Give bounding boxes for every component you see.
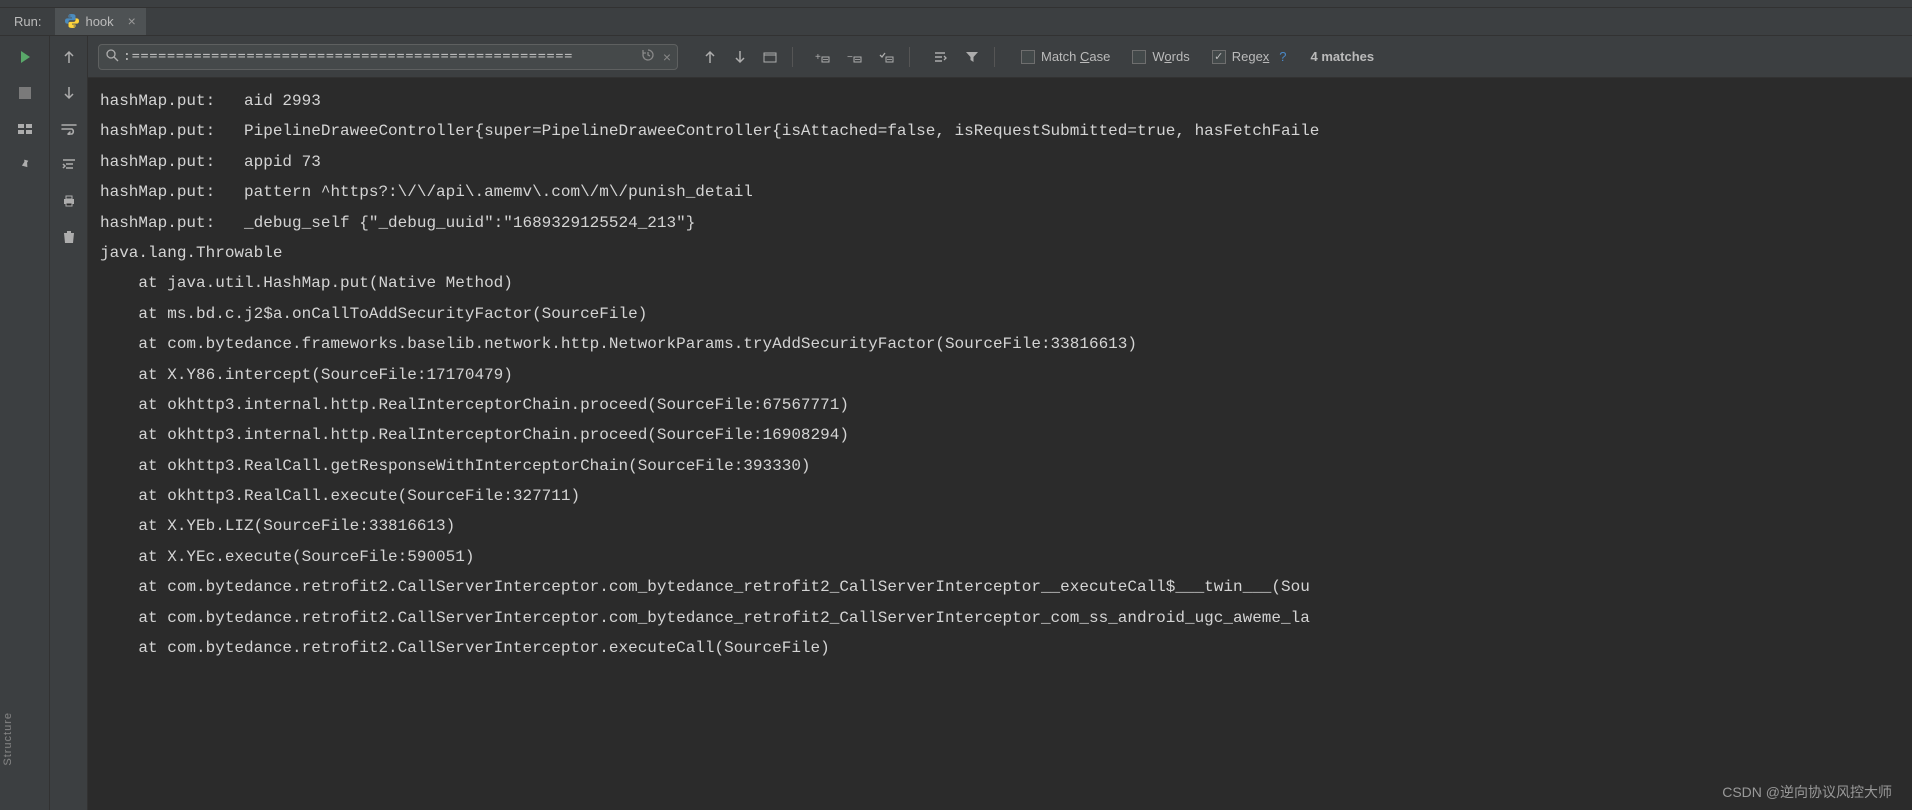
layout-button[interactable]: [14, 118, 36, 140]
run-button[interactable]: [14, 46, 36, 68]
run-tool-header: Run: hook ×: [0, 8, 1912, 36]
help-icon[interactable]: ?: [1279, 49, 1286, 64]
python-icon: [65, 14, 79, 28]
run-action-gutter: [0, 36, 50, 810]
history-icon[interactable]: [641, 48, 655, 65]
search-toolbar: × + −: [88, 36, 1912, 78]
close-icon[interactable]: ×: [128, 13, 136, 29]
svg-text:+: +: [815, 52, 821, 63]
search-input[interactable]: [123, 49, 637, 64]
up-stack-icon[interactable]: [58, 46, 80, 68]
match-case-option[interactable]: Match Case: [1021, 49, 1110, 64]
remove-selection-icon[interactable]: −: [845, 47, 865, 67]
svg-text:−: −: [847, 52, 853, 63]
console-action-gutter: [50, 36, 88, 810]
down-stack-icon[interactable]: [58, 82, 80, 104]
run-label: Run:: [0, 14, 55, 29]
soft-wrap-icon[interactable]: [58, 118, 80, 140]
search-icon: [105, 48, 119, 65]
structure-tab[interactable]: Structure: [0, 708, 16, 770]
regex-option[interactable]: Regex ?: [1212, 49, 1287, 64]
pin-button[interactable]: [14, 154, 36, 176]
clear-all-icon[interactable]: [58, 226, 80, 248]
watermark: CSDN @逆向协议风控大师: [1722, 782, 1892, 802]
prev-match-icon[interactable]: [700, 47, 720, 67]
add-selection-icon[interactable]: +: [813, 47, 833, 67]
stop-button[interactable]: [14, 82, 36, 104]
scroll-to-end-icon[interactable]: [58, 154, 80, 176]
filter-icon[interactable]: [962, 47, 982, 67]
checkbox-icon[interactable]: [1132, 50, 1146, 64]
match-count: 4 matches: [1311, 49, 1375, 64]
select-all-icon[interactable]: [877, 47, 897, 67]
checkbox-icon[interactable]: [1212, 50, 1226, 64]
words-option[interactable]: Words: [1132, 49, 1189, 64]
tab-hook[interactable]: hook ×: [55, 8, 145, 35]
new-window-icon[interactable]: [760, 47, 780, 67]
checkbox-icon[interactable]: [1021, 50, 1035, 64]
print-icon[interactable]: [58, 190, 80, 212]
tab-name: hook: [85, 14, 113, 29]
export-icon[interactable]: [930, 47, 950, 67]
search-box[interactable]: ×: [98, 44, 678, 70]
next-match-icon[interactable]: [730, 47, 750, 67]
clear-search-icon[interactable]: ×: [663, 49, 671, 65]
console-output[interactable]: hashMap.put: aid 2993 hashMap.put: Pipel…: [88, 78, 1912, 810]
